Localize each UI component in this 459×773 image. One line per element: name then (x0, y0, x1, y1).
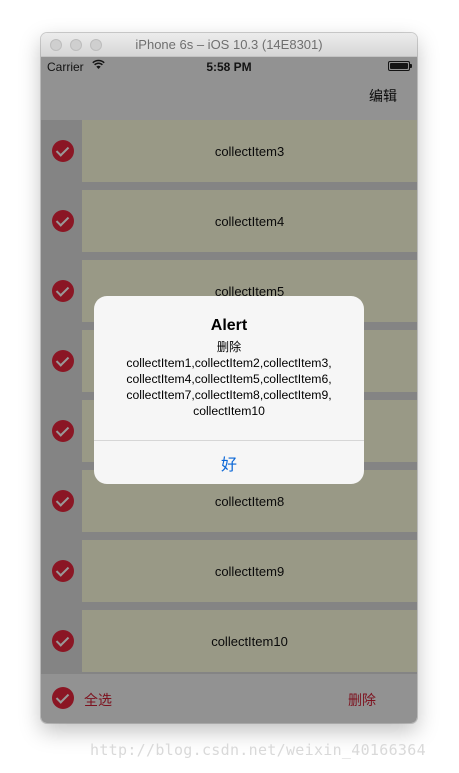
alert-message-line: collectItem10 (193, 404, 265, 418)
alert-message-line: collectItem1,collectItem2,collectItem3, (126, 356, 332, 370)
watermark-text: http://blog.csdn.net/weixin_40166364 (90, 741, 426, 759)
alert-message: 删除 collectItem1,collectItem2,collectItem… (106, 339, 352, 419)
window-title: iPhone 6s – iOS 10.3 (14E8301) (135, 37, 323, 52)
alert-message-line: collectItem4,collectItem5,collectItem6, (126, 372, 332, 386)
simulator-window: iPhone 6s – iOS 10.3 (14E8301) Carrier 5… (41, 33, 417, 723)
alert-title: Alert (210, 317, 248, 334)
window-titlebar: iPhone 6s – iOS 10.3 (14E8301) (41, 33, 417, 57)
alert-message-line: collectItem7,collectItem8,collectItem9, (126, 388, 332, 402)
alert-message-line: 删除 (216, 340, 242, 354)
alert-ok-button[interactable]: 好 (94, 441, 364, 484)
device-screen: Carrier 5:58 PM 编辑 collectItem3 collectI… (41, 57, 417, 723)
alert-dialog: Alert 删除 collectItem1,collectItem2,colle… (94, 296, 364, 484)
